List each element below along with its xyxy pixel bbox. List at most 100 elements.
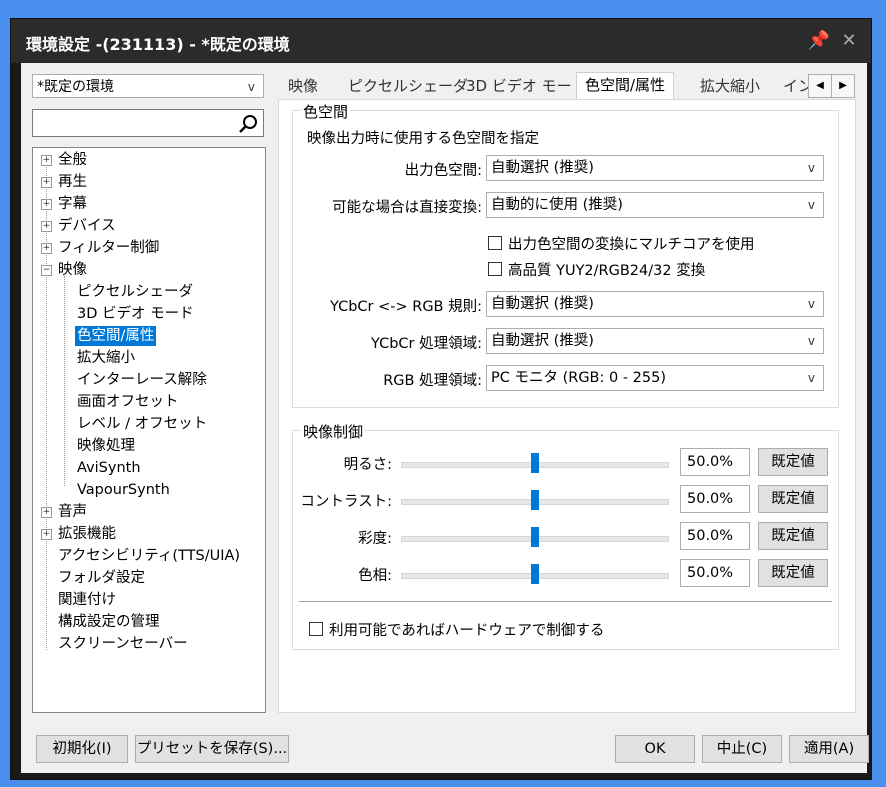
ycbcr-range-label: YCbCr 処理領域:: [371, 336, 482, 352]
checkbox-box[interactable]: [488, 236, 502, 250]
close-icon[interactable]: ✕: [837, 29, 861, 53]
video-control-group: 映像制御 明るさ: 50.0% 既定値 コントラスト: 50.0% 既定値 彩度…: [292, 421, 839, 650]
hardware-control-checkbox[interactable]: 利用可能であればハードウェアで制御する: [309, 619, 604, 640]
tree-item-screensaver[interactable]: スクリーンセーバー: [58, 634, 188, 654]
checkbox-box[interactable]: [309, 622, 323, 636]
tab-scaling[interactable]: 拡大縮小: [700, 74, 760, 100]
ycbcr-range-value: 自動選択 (推奨): [491, 333, 594, 349]
direct-convert-label: 可能な場合は直接変換:: [332, 200, 482, 216]
direct-convert-value: 自動的に使用 (推奨): [491, 197, 623, 213]
brightness-slider[interactable]: [401, 453, 669, 475]
hardware-control-label: 利用可能であればハードウェアで制御する: [329, 623, 605, 639]
colorspace-group: 色空間 映像出力時に使用する色空間を指定 出力色空間: 自動選択 (推奨) v 可…: [292, 101, 839, 408]
output-colorspace-value: 自動選択 (推奨): [491, 160, 594, 176]
dialog-client: *既定の環境 v + 全般 + 再生 + 字幕 + デバイス + フィルター制御 − 映像 …: [21, 63, 869, 773]
profile-select[interactable]: *既定の環境 v: [32, 74, 264, 98]
expand-icon[interactable]: +: [41, 177, 52, 188]
tree-item-colorspace[interactable]: 色空間/属性: [75, 326, 157, 346]
reset-button[interactable]: 初期化(I): [36, 735, 128, 763]
saturation-slider[interactable]: [401, 527, 669, 549]
tree-item-screen-offset[interactable]: 画面オフセット: [77, 392, 179, 412]
chevron-down-icon: v: [807, 161, 815, 175]
rgb-rule-label: YCbCr <-> RGB 規則:: [330, 299, 482, 315]
tree-item-extensions[interactable]: + 拡張機能: [41, 524, 116, 544]
colorspace-group-title: 色空間: [301, 101, 351, 122]
multicore-checkbox[interactable]: 出力色空間の変換にマルチコアを使用: [488, 233, 755, 254]
expand-icon[interactable]: +: [41, 507, 52, 518]
brightness-value-field[interactable]: 50.0%: [680, 448, 750, 476]
expand-icon[interactable]: +: [41, 529, 52, 540]
contrast-value-field[interactable]: 50.0%: [680, 485, 750, 513]
settings-tree[interactable]: + 全般 + 再生 + 字幕 + デバイス + フィルター制御 − 映像 ピクセルシェーダ …: [32, 147, 266, 713]
tree-item-vapoursynth[interactable]: VapourSynth: [77, 480, 170, 500]
search-input[interactable]: [32, 109, 264, 137]
tab-pixel-shader[interactable]: ピクセルシェーダ: [348, 74, 468, 100]
expand-icon[interactable]: +: [41, 199, 52, 210]
tree-item-avisynth[interactable]: AviSynth: [77, 458, 141, 478]
tree-item-scaling[interactable]: 拡大縮小: [77, 348, 135, 368]
chevron-down-icon: v: [807, 334, 815, 348]
tree-item-filter-control[interactable]: + フィルター制御: [41, 238, 159, 258]
tree-item-associations[interactable]: 関連付け: [58, 590, 116, 610]
direct-convert-select[interactable]: 自動的に使用 (推奨) v: [486, 192, 824, 218]
tree-item-pixel-shader[interactable]: ピクセルシェーダ: [77, 282, 193, 302]
tree-item-audio[interactable]: + 音声: [41, 502, 87, 522]
slider-thumb[interactable]: [531, 564, 539, 584]
checkbox-box[interactable]: [488, 262, 502, 276]
hue-label: 色相:: [358, 568, 392, 584]
contrast-label: コントラスト:: [300, 494, 392, 510]
chevron-down-icon: v: [807, 371, 815, 385]
expand-icon[interactable]: +: [41, 243, 52, 254]
tree-item-folder-settings[interactable]: フォルダ設定: [58, 568, 145, 588]
output-colorspace-select[interactable]: 自動選択 (推奨) v: [486, 155, 824, 181]
tree-item-general[interactable]: + 全般: [41, 150, 87, 170]
tree-item-accessibility[interactable]: アクセシビリティ(TTS/UIA): [58, 546, 240, 566]
tree-item-level-offset[interactable]: レベル / オフセット: [77, 414, 207, 434]
slider-thumb[interactable]: [531, 527, 539, 547]
brightness-default-button[interactable]: 既定値: [758, 448, 828, 476]
tab-page-colorspace: 色空間 映像出力時に使用する色空間を指定 出力色空間: 自動選択 (推奨) v 可…: [278, 99, 856, 713]
pin-icon[interactable]: 📌: [807, 29, 831, 53]
tree-item-devices[interactable]: + デバイス: [41, 216, 116, 236]
tree-line: [64, 276, 65, 486]
saturation-default-button[interactable]: 既定値: [758, 522, 828, 550]
tab-scroll-right-button[interactable]: ▶: [831, 74, 855, 98]
tree-item-subtitles[interactable]: + 字幕: [41, 194, 87, 214]
tree-item-playback[interactable]: + 再生: [41, 172, 87, 192]
contrast-slider[interactable]: [401, 490, 669, 512]
video-control-group-title: 映像制御: [301, 421, 366, 442]
rgb-rule-select[interactable]: 自動選択 (推奨) v: [486, 291, 824, 317]
contrast-default-button[interactable]: 既定値: [758, 485, 828, 513]
tab-colorspace[interactable]: 色空間/属性: [576, 72, 675, 102]
rgb-range-select[interactable]: PC モニタ (RGB: 0 - 255) v: [486, 365, 824, 391]
colorspace-heading: 映像出力時に使用する色空間を指定: [307, 131, 539, 147]
save-preset-button[interactable]: プリセットを保存(S)...: [135, 735, 289, 763]
tree-item-config-management[interactable]: 構成設定の管理: [58, 612, 160, 632]
tree-item-video[interactable]: − 映像: [41, 260, 87, 280]
saturation-value-field[interactable]: 50.0%: [680, 522, 750, 550]
hq-conversion-checkbox[interactable]: 高品質 YUY2/RGB24/32 変換: [488, 259, 705, 280]
expand-icon[interactable]: +: [41, 155, 52, 166]
cancel-button[interactable]: 中止(C): [702, 735, 782, 763]
expand-icon[interactable]: +: [41, 221, 52, 232]
window-title: 環境設定 -(231113) - *既定の環境: [26, 35, 290, 54]
tab-scroll-left-button[interactable]: ◀: [808, 74, 832, 98]
apply-button[interactable]: 適用(A): [789, 735, 869, 763]
search-icon[interactable]: [237, 113, 259, 135]
tree-item-3d-video[interactable]: 3D ビデオ モード: [77, 304, 194, 324]
ok-button[interactable]: OK: [615, 735, 695, 763]
hue-slider[interactable]: [401, 564, 669, 586]
title-bar[interactable]: 環境設定 -(231113) - *既定の環境 📌 ✕: [11, 19, 871, 63]
ycbcr-range-select[interactable]: 自動選択 (推奨) v: [486, 328, 824, 354]
slider-thumb[interactable]: [531, 453, 539, 473]
hue-default-button[interactable]: 既定値: [758, 559, 828, 587]
tab-3d-video[interactable]: 3D ビデオ モード: [466, 74, 587, 100]
divider: [299, 601, 832, 602]
collapse-icon[interactable]: −: [41, 265, 52, 276]
brightness-label: 明るさ:: [343, 457, 392, 473]
tree-item-video-processing[interactable]: 映像処理: [77, 436, 135, 456]
hue-value-field[interactable]: 50.0%: [680, 559, 750, 587]
tree-item-deinterlace[interactable]: インターレース解除: [77, 370, 207, 390]
slider-thumb[interactable]: [531, 490, 539, 510]
tab-video[interactable]: 映像: [288, 74, 318, 100]
